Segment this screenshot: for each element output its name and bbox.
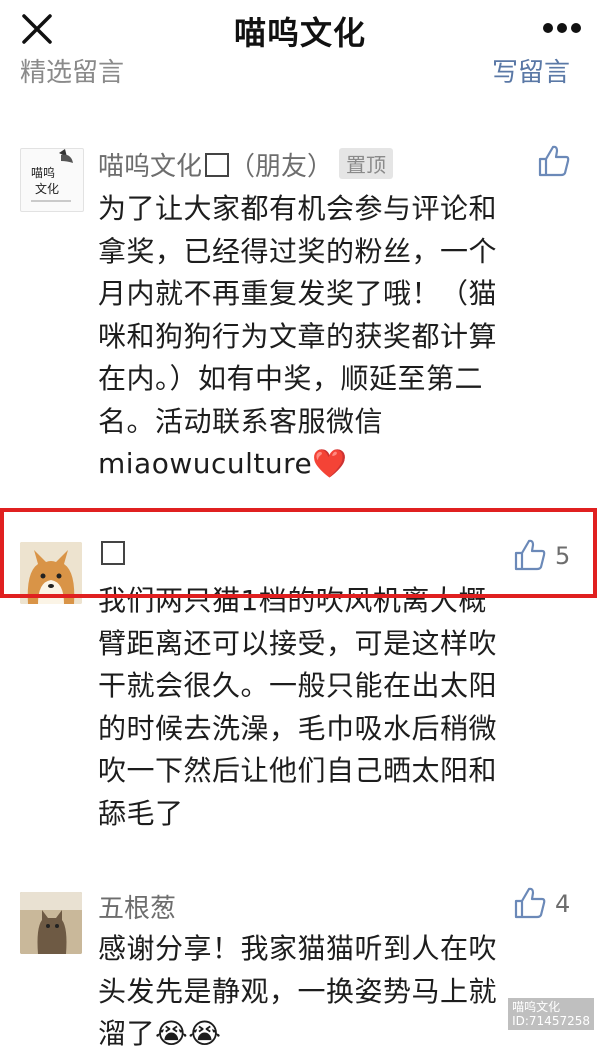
comments-section-header: 精选留言 写留言 — [0, 58, 600, 98]
comment-text: 为了让大家都有机会参与评论和 拿奖，已经得过奖的粉丝，一个 月内就不再重复发奖了… — [98, 188, 568, 486]
comment-line-last: miaowuculture❤️ — [98, 443, 568, 486]
author-name: 五根葱 — [98, 894, 177, 924]
comment-line: 溜了😭😭 — [98, 1017, 222, 1050]
author-name: 喵呜文化 — [98, 152, 203, 182]
author-tag: （朋友） — [229, 152, 334, 182]
comment-author: 喵呜文化 （朋友） 置顶 — [98, 146, 394, 183]
comment-author: 五根葱 — [98, 888, 176, 925]
comment-text: 我们两只猫1档的吹风机离大概 臂距离还可以接受，可是这样吹 干就会很久。一般只能… — [98, 580, 568, 835]
featured-comments-label: 精选留言 — [20, 58, 125, 88]
cat-logo-icon: 喵呜 文化 — [31, 149, 73, 202]
comment-line: 月内就不再重复发奖了哦！（猫 — [98, 277, 498, 310]
comment-line: 头发先是静观，一换姿势马上就 — [98, 974, 498, 1008]
comment-line: 在内。）如有中奖，顺延至第二 — [98, 362, 484, 395]
comment-line: 感谢分享！我家猫猫听到人在吹 — [98, 932, 498, 965]
page-title: 喵呜文化 — [233, 14, 366, 52]
comment-line: 名。活动联系客服微信 — [98, 404, 384, 438]
like-button[interactable] — [537, 144, 571, 178]
square-glyph — [205, 153, 230, 177]
comment-line: 吹一下然后让他们自己晒太阳和 — [98, 754, 498, 787]
top-nav-bar: 喵呜文化 — [0, 0, 600, 58]
more-options-icon[interactable] — [542, 18, 582, 38]
tabby-cat-avatar-icon — [20, 892, 82, 954]
comment-line: 干就会很久。一般只能在出太阳 — [98, 669, 498, 702]
like-button[interactable] — [513, 886, 547, 920]
comment-line: 拿奖，已经得过奖的粉丝，一个 — [98, 234, 498, 268]
pinned-badge: 置顶 — [339, 148, 394, 179]
avatar — [20, 892, 82, 954]
comment-line: 的时候去洗澡，毛巾吸水后稍微 — [98, 711, 498, 745]
heart-emoji: ❤️ — [312, 447, 348, 480]
watermark-name: 喵呜文化 — [512, 1000, 561, 1014]
watermark: 喵呜文化 ID:71457258 — [508, 998, 594, 1030]
comment-line: 为了让大家都有机会参与评论和 — [98, 192, 498, 225]
comment-text: 感谢分享！我家猫猫听到人在吹 头发先是静观，一换姿势马上就 溜了😭😭 — [98, 928, 568, 1056]
comment-line: 咪和狗狗行为文章的获奖都计算 — [98, 319, 498, 353]
write-comment-link[interactable]: 写留言 — [492, 58, 570, 89]
comment-line: 舔毛了 — [98, 796, 184, 830]
comment-line: 臂距离还可以接受，可是这样吹 — [98, 626, 498, 660]
avatar: 喵呜 文化 — [20, 148, 84, 212]
like-count: 4 — [555, 890, 571, 918]
wechat-id: miaowuculture — [98, 447, 313, 480]
svg-text:喵呜: 喵呜 — [31, 165, 55, 180]
highlight-box — [0, 508, 597, 598]
watermark-id: ID:71457258 — [512, 1014, 590, 1028]
svg-text:文化: 文化 — [35, 181, 59, 196]
